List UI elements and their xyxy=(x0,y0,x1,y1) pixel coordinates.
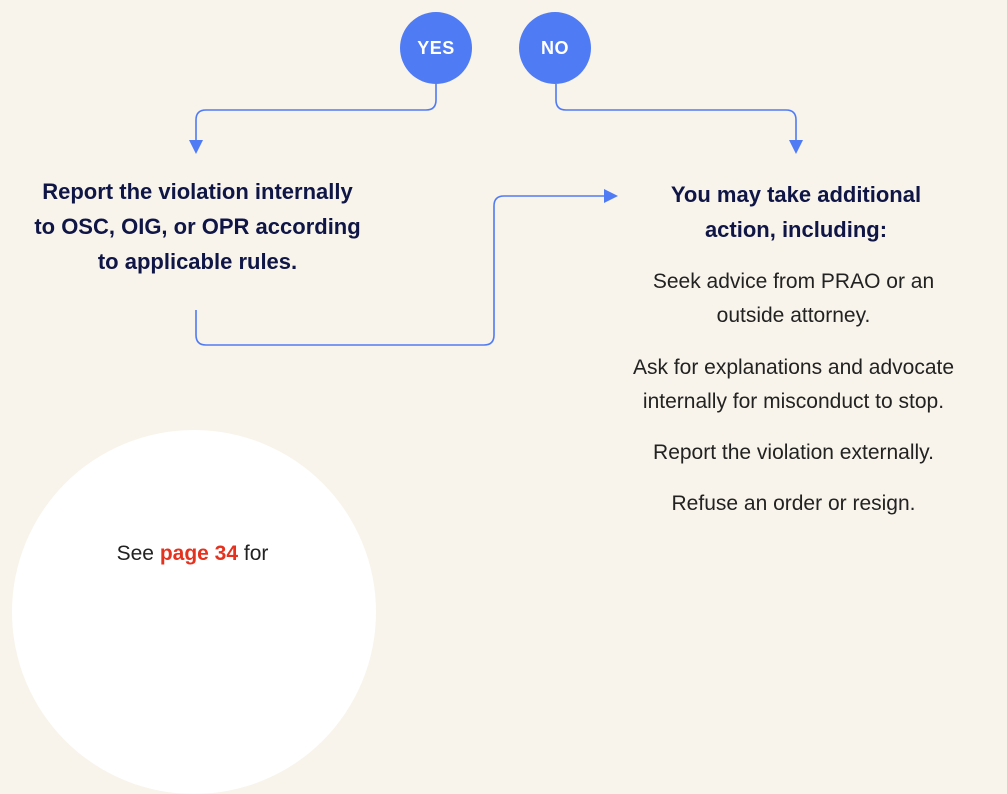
action-list: Seek advice from PRAO or an outside atto… xyxy=(580,265,1007,521)
action-item-line: Seek advice from PRAO or an xyxy=(652,270,935,293)
report-internally-line: Report the violation internally xyxy=(42,179,353,204)
see-page-note: See page 34 for xyxy=(40,537,345,571)
no-label: NO xyxy=(541,37,569,58)
action-item: Refuse an order or resign. xyxy=(580,487,1007,521)
additional-action-heading: You may take additional action, includin… xyxy=(596,177,996,247)
additional-action-heading-line: action, including: xyxy=(704,217,888,242)
report-internally-box: Report the violation internally to OSC, … xyxy=(0,174,395,279)
no-badge: NO xyxy=(519,12,591,84)
report-internally-line: to OSC, OIG, or OPR according xyxy=(34,214,361,239)
action-item-line: Report the violation externally. xyxy=(653,441,934,464)
action-item: Seek advice from PRAO or an outside atto… xyxy=(580,265,1007,333)
no-arrow xyxy=(555,84,797,146)
see-note-prefix: See xyxy=(116,542,160,565)
action-item-line: internally for misconduct to stop. xyxy=(642,390,945,413)
flowchart: YES NO Report the violation internally t… xyxy=(0,0,1007,794)
yes-arrowhead xyxy=(189,140,203,154)
page-link[interactable]: page 34 xyxy=(160,542,238,565)
note-circle xyxy=(12,430,376,794)
action-item: Report the violation externally. xyxy=(580,436,1007,470)
no-arrowhead xyxy=(789,140,803,154)
action-item-line: outside attorney. xyxy=(716,304,871,327)
action-item: Ask for explanations and advocate intern… xyxy=(580,351,1007,419)
report-internally-line: to applicable rules. xyxy=(97,249,298,274)
yes-arrow xyxy=(195,84,437,146)
yes-label: YES xyxy=(417,37,455,58)
action-item-line: Ask for explanations and advocate xyxy=(632,356,955,379)
yes-badge: YES xyxy=(400,12,472,84)
additional-action-heading-line: You may take additional xyxy=(670,182,922,207)
action-item-line: Refuse an order or resign. xyxy=(671,492,916,515)
see-note-suffix: for xyxy=(238,542,269,565)
